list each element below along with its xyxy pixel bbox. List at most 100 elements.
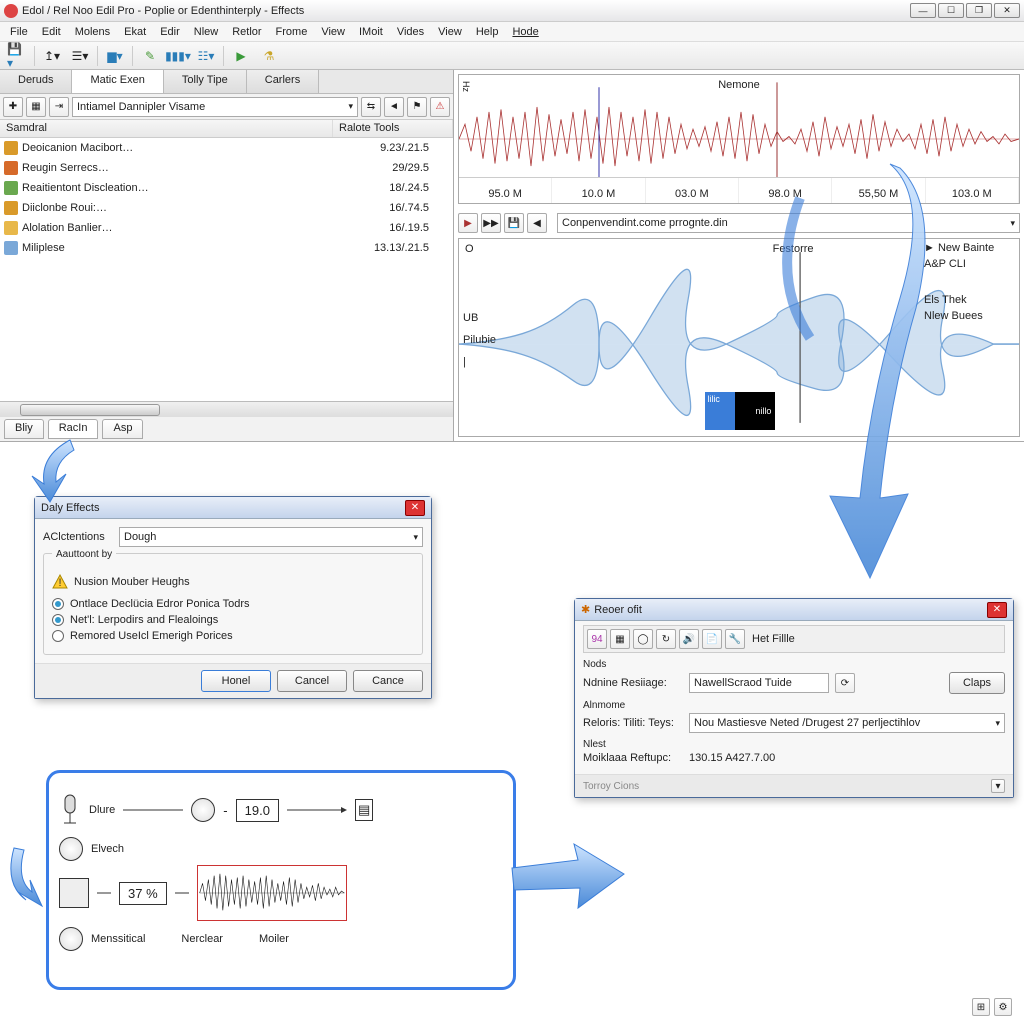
tool-doc-icon[interactable]: 📄 bbox=[702, 629, 722, 649]
reloris-select[interactable]: Nou Mastiesve Neted /Drugest 27 perlject… bbox=[689, 713, 1005, 733]
restore-button[interactable]: ❐ bbox=[966, 3, 992, 18]
tab-deruds[interactable]: Deruds bbox=[0, 70, 72, 93]
tool-up-icon[interactable]: ↥▾ bbox=[41, 45, 63, 67]
menu-edit[interactable]: Edit bbox=[36, 24, 67, 40]
list-item[interactable]: Reaitientont Discleation…18/.24.5 bbox=[0, 178, 453, 198]
tool-94-icon[interactable]: 94 bbox=[587, 629, 607, 649]
bars-icon[interactable]: ▮▮▮▾ bbox=[167, 45, 189, 67]
cance-button[interactable]: Cance bbox=[353, 670, 423, 692]
menu-help[interactable]: Help bbox=[470, 24, 505, 40]
refresh-field-button[interactable]: ⟳ bbox=[835, 673, 855, 693]
file-icon bbox=[4, 201, 18, 215]
tab-racin[interactable]: RacIn bbox=[48, 419, 99, 439]
waveform-view[interactable]: Hz Nemone 95.0 M10.0 M03.0 M98.0 M55,50 … bbox=[458, 74, 1020, 204]
list-item[interactable]: Miliplese13.13/.21.5 bbox=[0, 238, 453, 258]
side-apcli[interactable]: A&P CLI bbox=[924, 256, 1020, 272]
tool-wrench-icon[interactable]: 🔧 bbox=[725, 629, 745, 649]
flask-icon[interactable]: ⚗ bbox=[258, 45, 280, 67]
cancel-button[interactable]: Cancel bbox=[277, 670, 347, 692]
align-button[interactable]: ▦ bbox=[26, 97, 46, 117]
tab-tolly-tipe[interactable]: Tolly Tipe bbox=[164, 70, 247, 93]
tool-list-icon[interactable]: ☰▾ bbox=[69, 45, 91, 67]
tool-refresh-icon[interactable]: ↻ bbox=[656, 629, 676, 649]
forward-button[interactable]: ▶▶ bbox=[481, 213, 501, 233]
h-scrollbar[interactable] bbox=[0, 401, 453, 417]
menu-frome[interactable]: Frome bbox=[270, 24, 314, 40]
y-axis-label: Hz bbox=[461, 81, 471, 92]
close-icon[interactable]: ✕ bbox=[405, 500, 425, 516]
folder-icon[interactable]: ▆▾ bbox=[104, 45, 126, 67]
ok-button[interactable]: Honel bbox=[201, 670, 271, 692]
tool-circle-icon[interactable]: ◯ bbox=[633, 629, 653, 649]
tab-carlers[interactable]: Carlers bbox=[247, 70, 319, 93]
label-reftup: Moiklaaa Reftupc: bbox=[583, 752, 683, 764]
gain-knob[interactable] bbox=[191, 798, 215, 822]
resilage-field[interactable]: NawellScraod Tuide bbox=[689, 673, 829, 693]
tab-bliy[interactable]: Bliy bbox=[4, 419, 44, 439]
alert-icon[interactable]: ⚠ bbox=[430, 97, 450, 117]
tab-asp[interactable]: Asp bbox=[102, 419, 143, 439]
pen-icon[interactable]: ✎ bbox=[139, 45, 161, 67]
side-new-bainte[interactable]: New Bainte bbox=[938, 242, 994, 254]
menu-vides[interactable]: Vides bbox=[391, 24, 430, 40]
tab-matic-exen[interactable]: Matic Exen bbox=[72, 70, 163, 93]
save-icon[interactable]: 💾▾ bbox=[6, 45, 28, 67]
play-button[interactable]: ▶ bbox=[458, 213, 478, 233]
col-samdral[interactable]: Samdral bbox=[0, 120, 333, 137]
flag-button[interactable]: ⚑ bbox=[407, 97, 427, 117]
settings-icon[interactable]: ⚙ bbox=[994, 998, 1012, 1016]
close-button[interactable]: ✕ bbox=[994, 3, 1020, 18]
prev-button[interactable]: ◄ bbox=[384, 97, 404, 117]
minimize-button[interactable]: — bbox=[910, 3, 936, 18]
percent-value[interactable]: 37 % bbox=[119, 882, 167, 905]
close-icon[interactable]: ✕ bbox=[987, 602, 1007, 618]
file-icon bbox=[4, 241, 18, 255]
stack-icon[interactable]: ☷▾ bbox=[195, 45, 217, 67]
menu-ekat[interactable]: Ekat bbox=[118, 24, 152, 40]
spec-label-o: O bbox=[465, 243, 474, 255]
tool-img-icon[interactable]: ▦ bbox=[610, 629, 630, 649]
menu-imoit[interactable]: IMoit bbox=[353, 24, 389, 40]
menu-view[interactable]: View bbox=[315, 24, 351, 40]
claps-button[interactable]: Claps bbox=[949, 672, 1005, 694]
grid-icon[interactable]: ⊞ bbox=[972, 998, 990, 1016]
list-item[interactable]: Reugin Serrecs…29/29.5 bbox=[0, 158, 453, 178]
mic-icon bbox=[59, 793, 81, 827]
time-ruler[interactable]: 95.0 M10.0 M03.0 M98.0 M55,50 M103.0 M bbox=[459, 177, 1019, 203]
radio-option-3[interactable]: Remored UseIcl Emerigh Porices bbox=[52, 630, 414, 642]
processor-icon[interactable] bbox=[59, 878, 89, 908]
tool-speaker-icon[interactable]: 🔊 bbox=[679, 629, 699, 649]
play-icon[interactable]: ▶ bbox=[230, 45, 252, 67]
menu-hode[interactable]: Hode bbox=[506, 24, 544, 40]
actions-select[interactable]: Dough bbox=[119, 527, 423, 547]
radio-option-1[interactable]: Ontlace Declücia Edror Ponica Todrs bbox=[52, 598, 414, 610]
menu-file[interactable]: File bbox=[4, 24, 34, 40]
list-item[interactable]: Diiclonbe Roui:…16/.74.5 bbox=[0, 198, 453, 218]
mens-knob[interactable] bbox=[59, 927, 83, 951]
expand-button[interactable]: ▾ bbox=[991, 779, 1005, 793]
elvech-knob[interactable] bbox=[59, 837, 83, 861]
label-resilage: Ndnine Resiiage: bbox=[583, 677, 683, 689]
list-item[interactable]: Alolation Banlier…16/.19.5 bbox=[0, 218, 453, 238]
add-button[interactable]: ✚ bbox=[3, 97, 23, 117]
list-item[interactable]: Deoicanion Macibort…9.23/.21.5 bbox=[0, 138, 453, 158]
project-combo[interactable]: Intiamel Dannipler Visame bbox=[72, 97, 358, 117]
save-preset-button[interactable]: 💾 bbox=[504, 213, 524, 233]
side-etsnek[interactable]: Els Thek bbox=[924, 292, 1020, 308]
side-nbuees[interactable]: Nlew Buees bbox=[924, 308, 1020, 324]
menu-edir[interactable]: Edir bbox=[154, 24, 186, 40]
radio-option-2[interactable]: Net'l: Lerpodirs and Flealoings bbox=[52, 614, 414, 626]
gain-value[interactable]: 19.0 bbox=[236, 799, 279, 822]
menu-molens[interactable]: Molens bbox=[69, 24, 116, 40]
rewind-button[interactable]: ◀ bbox=[527, 213, 547, 233]
menu-retlor[interactable]: Retlor bbox=[226, 24, 267, 40]
indent-button[interactable]: ⇥ bbox=[49, 97, 69, 117]
minimap[interactable]: lilicnillo bbox=[705, 392, 775, 430]
menu-nlew[interactable]: Nlew bbox=[188, 24, 224, 40]
loop-button[interactable]: ⇆ bbox=[361, 97, 381, 117]
menu-view2[interactable]: View bbox=[432, 24, 468, 40]
maximize-button[interactable]: ☐ bbox=[938, 3, 964, 18]
label-act: AClctentions bbox=[43, 531, 113, 543]
col-ralote[interactable]: Ralote Tools bbox=[333, 120, 453, 137]
preset-combo[interactable]: Conpenvendint.come prrognte.din bbox=[557, 213, 1020, 233]
